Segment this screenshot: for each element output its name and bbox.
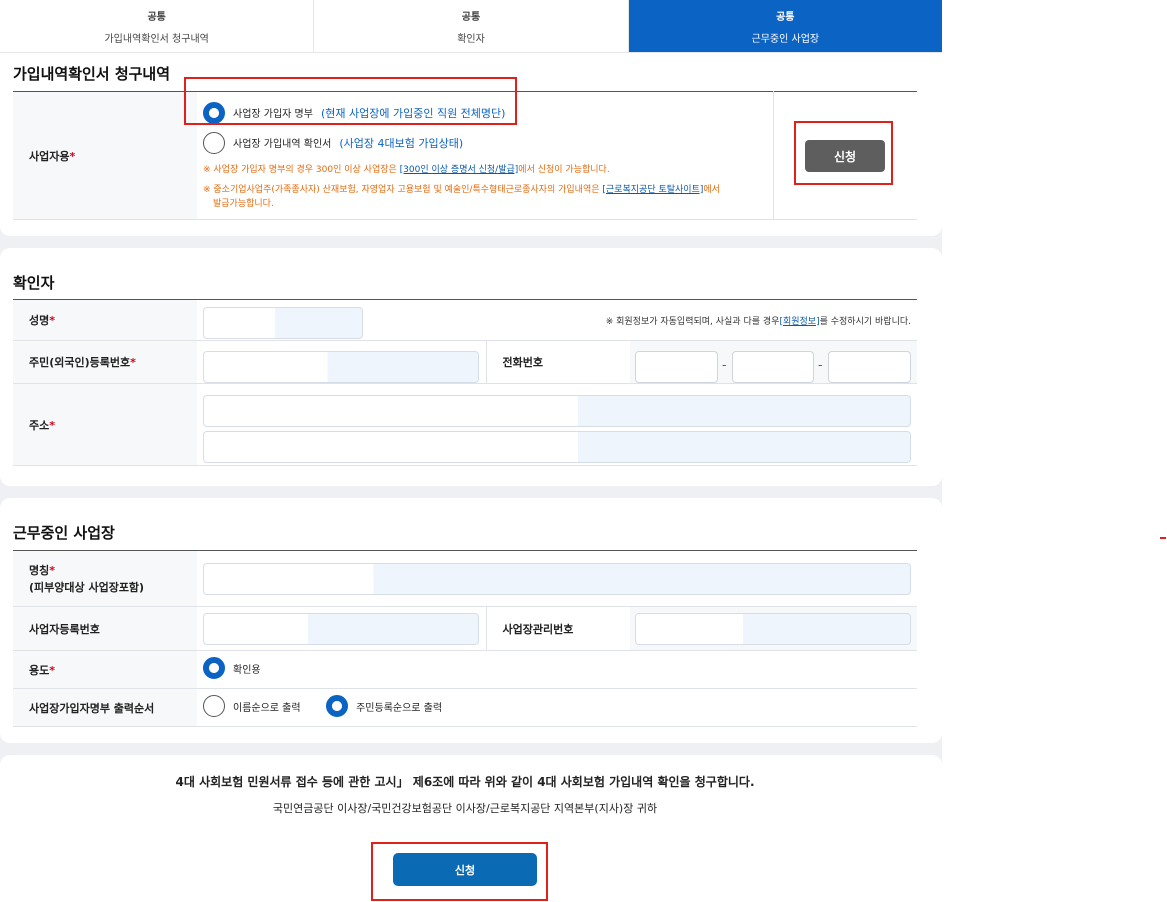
footer-section: 4대 사회보험 민원서류 접수 등에 관한 고시」 제6조에 따라 위와 같이 …	[0, 755, 942, 902]
name-sub-label: (피부양대상 사업장포함)	[29, 580, 145, 594]
main-content: 공통 가입내역확인서 청구내역 공통 확인자 공통 근무중인 사업장 가입내역확…	[0, 0, 942, 902]
order-option2-label: 주민등록순으로 출력	[356, 702, 443, 714]
tab-label: 근무중인 사업장	[751, 33, 820, 45]
row-label: 사업자용*	[13, 91, 197, 220]
address-label-text: 주소	[29, 418, 50, 432]
address-label: 주소*	[13, 383, 197, 466]
phone-input-1[interactable]	[635, 351, 718, 383]
address-input-2[interactable]	[203, 431, 911, 463]
mgmt-input[interactable]	[635, 613, 911, 645]
address-input-1[interactable]	[203, 395, 911, 427]
highlight-box-apply	[794, 121, 893, 185]
purpose-label: 용도*	[13, 650, 197, 689]
radio-order-rrn[interactable]	[326, 695, 349, 717]
required-mark: *	[130, 356, 136, 369]
purpose-cell: 확인용	[197, 650, 917, 689]
footer-recipients: 국민연금공단 이사장/국민건강보험공단 이사장/근로복지공단 지역본부(지사)장…	[272, 802, 658, 815]
option-subscription-cert[interactable]: 사업장 가입내역 확인서 (사업장 4대보험 가입상태)	[203, 131, 773, 155]
mgmt-label: 사업장관리번호	[485, 606, 630, 651]
row-label-text: 사업자용	[29, 149, 70, 163]
tab-label: 가입내역확인서 청구내역	[104, 33, 209, 45]
red-marker	[1160, 537, 1166, 539]
verifier-section: 확인자 성명* ※ 회원정보가 자동입력되며, 사실과 다를 경우[회원정보]를…	[0, 248, 942, 486]
tab-verifier[interactable]: 공통 확인자	[314, 0, 629, 52]
workplace-name-label: 명칭* (피부양대상 사업장포함)	[13, 550, 197, 607]
name-label: 성명*	[13, 299, 197, 341]
order-cell: 이름순으로 출력 주민등록순으로 출력	[197, 688, 917, 727]
required-mark: *	[49, 563, 56, 577]
link-300-cert[interactable]: [300인 이상 증명서 신청/발급]	[400, 165, 519, 175]
bizno-label: 사업자등록번호	[13, 606, 197, 651]
order-label: 사업장가입자명부 출력순서	[13, 688, 197, 727]
notice-suffix: 를 수정하시기 바랍니다.	[819, 316, 911, 327]
link-total-site[interactable]: [근로복지공단 토탈사이트]	[602, 185, 703, 195]
workplace-name-input[interactable]	[203, 563, 911, 595]
highlight-box-submit	[371, 842, 548, 901]
tab-subscription-history[interactable]: 공통 가입내역확인서 청구내역	[0, 0, 315, 52]
tab-label-top: 공통	[776, 11, 795, 23]
highlight-box-option	[184, 77, 517, 125]
note2-line2: 발급가능합니다.	[213, 198, 274, 209]
tab-label-top: 공통	[147, 11, 166, 23]
section-title: 근무중인 사업장	[13, 524, 115, 542]
section-title: 가입내역확인서 청구내역	[13, 65, 171, 83]
radio-order-name[interactable]	[203, 695, 225, 717]
name-label-text: 성명	[29, 314, 50, 327]
phone-separator: -	[722, 358, 727, 372]
section-title: 확인자	[13, 274, 55, 292]
radio-purpose-confirm[interactable]	[203, 657, 225, 679]
name-input[interactable]	[203, 307, 363, 339]
link-member-info[interactable]: [회원정보]	[779, 317, 819, 327]
tab-label-top: 공통	[461, 11, 481, 23]
note2-suffix: 에서	[703, 184, 720, 195]
notice-text: ※ 회원정보가 자동입력되며, 사실과 다를 경우	[605, 316, 780, 327]
tab-label: 확인자	[457, 33, 485, 45]
step-tabs: 공통 가입내역확인서 청구내역 공통 확인자 공통 근무중인 사업장	[0, 0, 942, 53]
footer-statement: 4대 사회보험 민원서류 접수 등에 관한 고시」 제6조에 따라 위와 같이 …	[175, 775, 755, 789]
required-mark: *	[49, 663, 56, 677]
order-option-name[interactable]: 이름순으로 출력	[203, 695, 301, 717]
note1-text: ※ 사업장 가입자 명부의 경우 300인 이상 사업장은	[203, 164, 397, 175]
option2-desc: (사업장 4대보험 가입상태)	[339, 136, 464, 150]
workplace-section: 근무중인 사업장 명칭* (피부양대상 사업장포함) 사업자등록번호 사업장관리…	[0, 498, 942, 743]
required-mark: *	[49, 418, 56, 432]
radio-subscription-cert[interactable]	[203, 131, 225, 154]
purpose-option-label: 확인용	[233, 664, 261, 676]
note1-suffix: 에서 신청이 가능합니다.	[518, 164, 610, 175]
note-total-site: ※ 중소기업사업주(가족종사자) 산재보험, 자영업자 고용보험 및 예술인/특…	[203, 183, 773, 211]
required-mark: *	[49, 314, 56, 327]
phone-separator: -	[818, 358, 823, 372]
purpose-label-text: 용도	[29, 663, 50, 677]
rrn-label: 주민(외국인)등록번호*	[13, 340, 197, 384]
order-option1-label: 이름순으로 출력	[233, 702, 301, 714]
note2-text: ※ 중소기업사업주(가족종사자) 산재보험, 자영업자 고용보험 및 예술인/특…	[203, 184, 600, 195]
phone-input-2[interactable]	[732, 351, 814, 383]
rrn-label-text: 주민(외국인)등록번호	[29, 356, 131, 369]
name-label-text: 명칭	[29, 563, 50, 577]
rrn-input[interactable]	[203, 351, 479, 383]
note-300: ※ 사업장 가입자 명부의 경우 300인 이상 사업장은 [300인 이상 증…	[203, 162, 773, 175]
bizno-input[interactable]	[203, 613, 479, 645]
phone-input-3[interactable]	[828, 351, 911, 383]
subscription-section: 가입내역확인서 청구내역 사업자용* 사업장 가입자 명부 (현재 사업장에 가…	[0, 53, 942, 236]
purpose-option[interactable]: 확인용	[203, 657, 261, 679]
phone-label: 전화번호	[485, 340, 630, 384]
tab-workplace[interactable]: 공통 근무중인 사업장	[628, 0, 942, 52]
required-mark: *	[69, 149, 76, 163]
option2-label: 사업장 가입내역 확인서	[233, 139, 332, 150]
order-option-rrn[interactable]: 주민등록순으로 출력	[326, 695, 442, 717]
